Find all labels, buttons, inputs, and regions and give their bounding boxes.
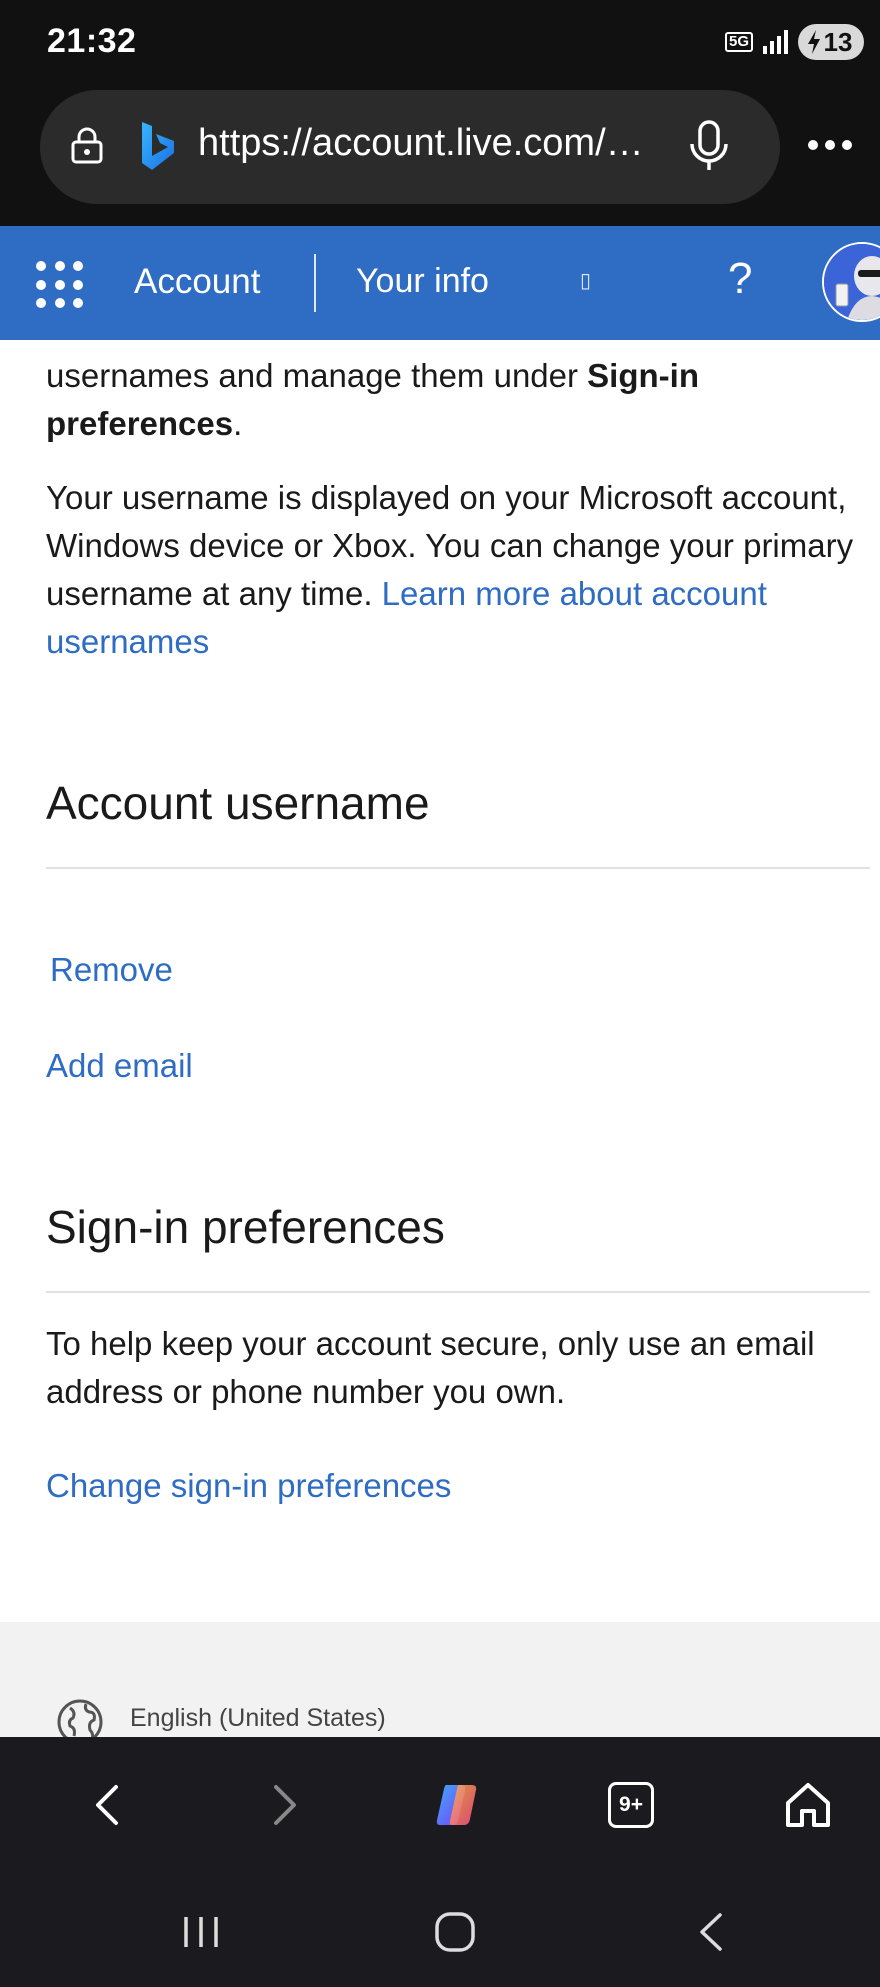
battery-indicator: 13 [798, 24, 864, 60]
battery-level: 13 [823, 26, 853, 57]
header-divider [314, 254, 316, 312]
avatar-image [824, 244, 880, 320]
back-icon[interactable] [78, 1775, 138, 1835]
bing-icon [142, 122, 174, 170]
home-button-icon[interactable] [430, 1907, 480, 1957]
account-username-heading: Account username [46, 777, 430, 829]
tabs-count: 9+ [619, 1793, 643, 1816]
intro-paragraph: usernames and manage them under Sign-in … [46, 352, 876, 448]
help-icon[interactable]: ? [728, 254, 752, 304]
change-signin-preferences-link[interactable]: Change sign-in preferences [46, 1462, 546, 1510]
signin-description: To help keep your account secure, only u… [46, 1325, 815, 1410]
account-header: Account Your info ▯ ? [0, 226, 880, 340]
signin-preferences-heading: Sign-in preferences [46, 1201, 445, 1253]
language-selector[interactable]: English (United States) [130, 1704, 386, 1733]
account-home-link[interactable]: Account [134, 262, 260, 302]
more-options-icon[interactable] [806, 138, 854, 152]
forward-icon[interactable] [254, 1775, 314, 1835]
recent-apps-icon[interactable] [176, 1907, 226, 1957]
charging-icon [807, 30, 820, 54]
status-time: 21:32 [47, 22, 137, 60]
browser-toolbar: 9+ [0, 1737, 880, 1871]
avatar[interactable] [822, 242, 880, 322]
page-footer: English (United States) [0, 1622, 880, 1745]
section-divider [46, 1291, 870, 1293]
remove-link[interactable]: Remove [50, 954, 350, 992]
add-email-link[interactable]: Add email [46, 1042, 346, 1090]
mic-icon[interactable] [684, 118, 734, 174]
lock-icon[interactable] [70, 126, 104, 164]
network-type-badge: 5G [724, 32, 753, 52]
url-text[interactable]: https://account.live.com/… [198, 122, 668, 165]
intro-suffix: . [233, 405, 243, 442]
browser-top-bar: https://account.live.com/… [0, 86, 880, 226]
your-info-link[interactable]: Your info [356, 262, 489, 301]
system-back-icon[interactable] [688, 1907, 738, 1957]
status-icons: 5G 13 [724, 22, 864, 62]
missing-glyph-icon[interactable]: ▯ [580, 268, 591, 293]
signal-icon [763, 30, 788, 54]
home-icon[interactable] [778, 1775, 838, 1835]
copilot-icon[interactable] [428, 1775, 488, 1835]
section-divider [46, 867, 870, 869]
system-nav-bar [0, 1871, 880, 1987]
remove-link-label: Remove [50, 954, 173, 988]
username-paragraph: Your username is displayed on your Micro… [46, 474, 876, 666]
intro-text: usernames and manage them under [46, 357, 588, 394]
status-bar: 21:32 5G 13 [0, 0, 880, 86]
app-launcher-icon[interactable] [36, 261, 84, 309]
tabs-button[interactable]: 9+ [608, 1782, 654, 1828]
